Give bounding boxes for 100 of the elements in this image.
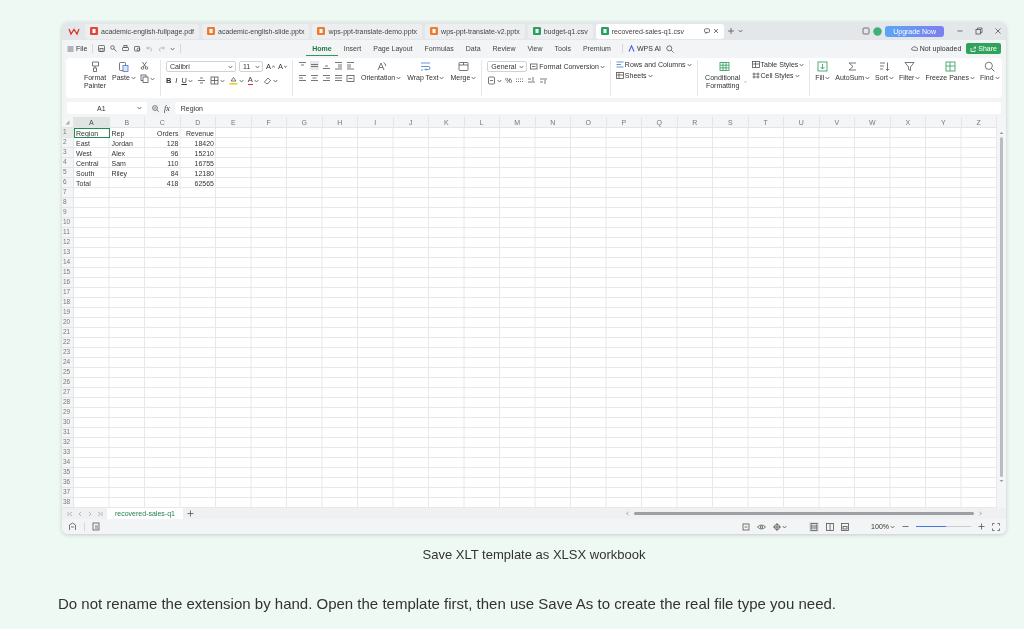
cloud-icon	[910, 45, 918, 52]
table-grid-icon	[719, 61, 731, 72]
print-icon[interactable]	[122, 45, 130, 52]
caret-icon	[915, 75, 921, 80]
caret-icon	[130, 75, 136, 80]
find-icon	[984, 61, 996, 72]
caret-icon	[396, 75, 402, 80]
normal-view-icon[interactable]	[809, 521, 820, 532]
caret-icon	[219, 78, 225, 83]
sort-icon	[878, 61, 890, 72]
sheet-icon	[615, 72, 624, 79]
caret-icon	[227, 64, 233, 69]
thousands-separator-icon[interactable]	[514, 76, 524, 85]
caret-icon	[439, 75, 445, 80]
caret-icon	[272, 78, 278, 83]
sum-icon	[847, 61, 859, 72]
vertical-scrollbar[interactable]	[997, 117, 1006, 508]
caret-icon	[865, 75, 871, 80]
avatar-icon[interactable]	[873, 26, 883, 36]
justify-icon[interactable]	[333, 74, 343, 83]
caret-icon	[890, 524, 895, 529]
caret-icon	[254, 64, 260, 69]
scroll-up-icon[interactable]	[999, 131, 1004, 135]
rows-columns-icon	[615, 61, 624, 68]
align-center-icon[interactable]	[309, 74, 319, 83]
function-button[interactable]: fx	[164, 103, 170, 113]
share-icon	[970, 45, 977, 52]
caret-icon	[238, 78, 244, 83]
scrollbar-thumb[interactable]	[1000, 137, 1003, 477]
caret-icon	[497, 78, 503, 83]
wrap-text-icon	[420, 61, 432, 72]
table-style-icon	[751, 61, 760, 68]
new-tab-icon[interactable]	[727, 27, 736, 35]
caret-icon	[471, 75, 477, 80]
protect-icon[interactable]	[742, 522, 751, 531]
close-icon[interactable]	[713, 28, 720, 34]
copy-icon[interactable]	[139, 74, 149, 83]
caret-icon	[738, 29, 744, 33]
print-preview-icon[interactable]	[134, 45, 142, 52]
caret-icon	[888, 75, 894, 80]
align-middle-icon[interactable]	[309, 61, 319, 70]
page-break-view-icon[interactable]	[841, 522, 850, 531]
add-sheet-icon[interactable]	[186, 510, 194, 517]
zoom-icon[interactable]	[152, 104, 159, 112]
align-right-icon[interactable]	[321, 74, 331, 83]
rotate-text-icon	[375, 61, 387, 72]
caret-icon	[599, 64, 605, 69]
fill-color-icon[interactable]	[228, 76, 238, 85]
brush-icon	[89, 61, 101, 72]
cell-style-icon	[751, 72, 760, 79]
image-caption: Save XLT template as XLSX workbook	[422, 547, 646, 562]
search-icon[interactable]	[666, 44, 675, 53]
ai-icon	[627, 45, 635, 52]
scroll-down-icon[interactable]	[999, 479, 1004, 483]
horizontal-scrollbar[interactable]	[634, 512, 974, 515]
close-icon[interactable]	[994, 27, 1002, 35]
instruction-text: Do not rename the extension by hand. Open the template first, then use Save As to create the real file type you need.	[58, 595, 836, 612]
caret-icon	[686, 62, 692, 67]
align-left-icon[interactable]	[297, 74, 307, 83]
filter-icon	[904, 61, 916, 72]
caret-icon	[519, 64, 525, 69]
distributed-icon[interactable]	[345, 74, 355, 83]
caret-icon	[149, 76, 155, 81]
caret-icon	[782, 524, 788, 529]
indent-increase-icon[interactable]	[345, 61, 355, 70]
window-icon[interactable]	[862, 27, 871, 35]
caret-icon	[253, 78, 259, 83]
caret-icon	[137, 106, 142, 110]
menu-icon	[67, 45, 74, 52]
caret-icon	[825, 75, 831, 80]
caret-icon	[994, 75, 1000, 80]
caret-icon	[187, 78, 193, 83]
crosshair-icon[interactable]	[773, 522, 782, 531]
comment-icon[interactable]	[704, 28, 711, 34]
indent-decrease-icon[interactable]	[333, 61, 343, 70]
document-icon[interactable]	[92, 522, 101, 531]
clipboard-icon	[118, 61, 130, 72]
zoom-in-icon[interactable]	[978, 523, 985, 530]
strikethrough-icon[interactable]	[196, 76, 206, 85]
merge-cells-icon	[457, 61, 469, 72]
freeze-icon	[944, 61, 956, 72]
border-icon[interactable]	[209, 76, 219, 85]
eraser-icon[interactable]	[262, 76, 272, 85]
app-logo-icon[interactable]	[66, 26, 82, 36]
restore-icon[interactable]	[975, 27, 983, 35]
page-layout-view-icon[interactable]	[826, 522, 835, 531]
cut-icon[interactable]	[139, 61, 149, 70]
fullscreen-icon[interactable]	[992, 522, 1000, 531]
fill-icon	[817, 61, 829, 72]
eye-icon[interactable]	[757, 522, 767, 531]
macro-icon[interactable]	[68, 522, 77, 531]
currency-icon[interactable]	[487, 76, 497, 85]
caret-icon	[170, 46, 176, 51]
save-icon[interactable]	[98, 45, 106, 52]
convert-icon	[530, 63, 539, 70]
caret-icon	[647, 73, 653, 78]
caret-icon	[970, 75, 976, 80]
zoom-out-icon[interactable]	[902, 523, 909, 530]
key-icon[interactable]	[110, 45, 118, 52]
select-all-icon	[65, 119, 70, 125]
